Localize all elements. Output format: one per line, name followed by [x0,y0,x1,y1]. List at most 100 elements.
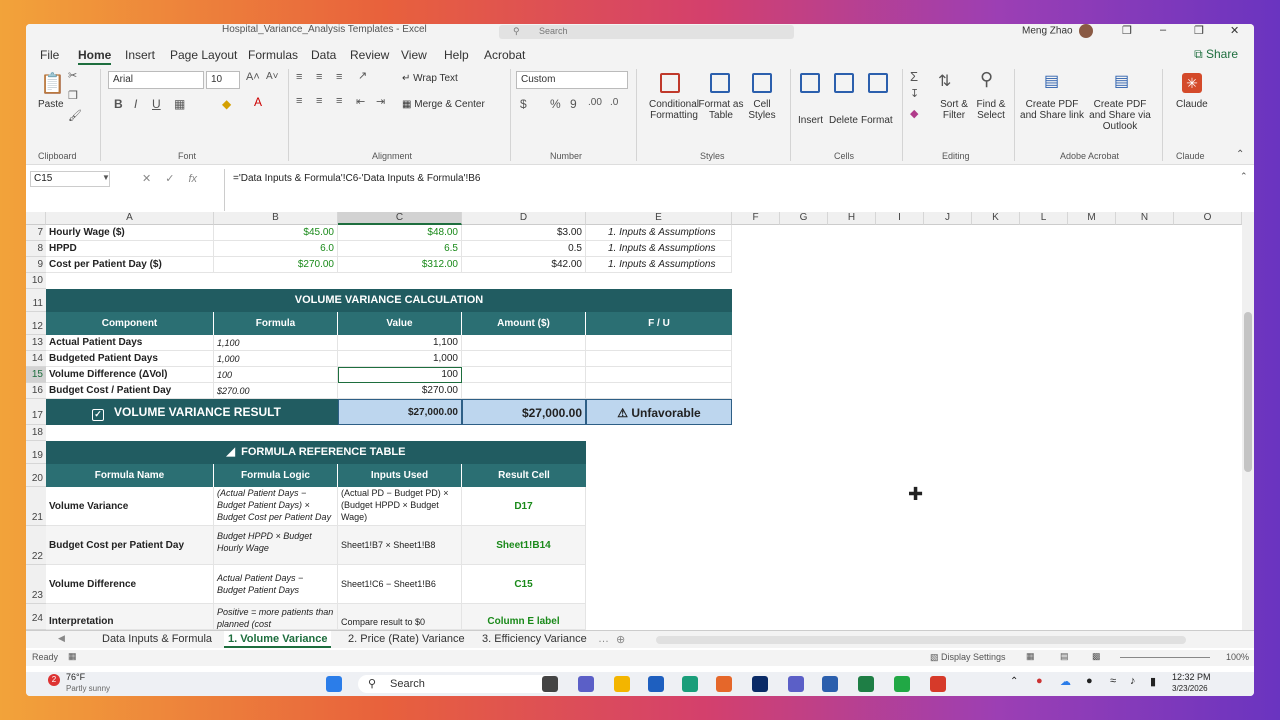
horizontal-scrollbar[interactable] [656,636,1186,644]
cell[interactable]: $48.00 [338,225,462,241]
conditional-formatting-button[interactable]: Conditional Formatting [644,99,704,121]
orientation-icon[interactable]: ↗ [358,69,367,82]
menu-formulas[interactable]: Formulas [248,48,298,62]
share-button[interactable]: ⧉ Share [1194,47,1238,62]
avatar[interactable] [1078,24,1093,38]
format-as-table-icon[interactable] [710,73,730,93]
cell[interactable] [462,383,586,399]
cell[interactable]: Budget HPPD × Budget Hourly Wage [214,526,338,565]
cell[interactable]: Positive = more patients than planned (c… [214,604,338,630]
page-layout-view-icon[interactable]: ▤ [1060,651,1069,662]
battery-icon[interactable]: ▮ [1150,675,1156,688]
cell[interactable] [586,351,732,367]
column-header[interactable]: I [876,212,924,225]
bold-icon[interactable]: B [114,97,123,111]
sort-filter-button[interactable]: Sort & Filter [938,99,970,121]
delete-cells-icon[interactable] [834,73,854,93]
row-header[interactable]: 12 [26,312,46,335]
tab-price-variance[interactable]: 2. Price (Rate) Variance [348,633,465,645]
cell[interactable]: HPPD [46,241,214,257]
accessibility-icon[interactable]: ▦ [68,651,77,662]
decrease-indent-icon[interactable]: ⇤ [356,95,365,108]
cell[interactable]: $312.00 [338,257,462,273]
speaker-icon[interactable]: ♪ [1130,675,1136,687]
align-middle-icon[interactable]: ≡ [316,71,322,83]
row-header[interactable]: 24 [26,604,46,630]
cell[interactable]: 1,000 [338,351,462,367]
row-header[interactable]: 20 [26,464,46,487]
create-pdf-share-link-icon[interactable]: ▤ [1044,71,1059,91]
paste-icon[interactable]: 📋 [40,71,65,96]
expand-formula-icon[interactable]: ⌃ [1240,171,1248,182]
cell[interactable]: Budget Cost / Patient Day [46,383,214,399]
cell[interactable]: 6.0 [214,241,338,257]
notification-badge[interactable]: 2 [48,674,60,686]
merge-center-button[interactable]: ▦ Merge & Center [402,99,485,110]
fill-icon[interactable]: ↧ [910,87,919,100]
cell[interactable]: $270.00 [214,383,338,399]
decrease-decimal-icon[interactable]: .0 [610,97,618,108]
menu-home[interactable]: Home [78,48,112,66]
cell[interactable]: Cost per Patient Day ($) [46,257,214,273]
word-icon[interactable] [822,676,838,692]
create-pdf-outlook-button[interactable]: Create PDF and Share via Outlook [1084,99,1156,132]
row-header[interactable]: 10 [26,273,46,289]
shrink-font-icon[interactable]: A˅ [266,71,279,82]
cell[interactable]: Compare result to $0 [338,604,462,630]
volume-variance-result-label[interactable]: ✓ VOLUME VARIANCE RESULT [46,399,338,425]
column-header[interactable]: D [462,212,586,225]
cell[interactable]: Budget Cost per Patient Day [46,526,214,565]
taskbar-search[interactable]: ⚲ Search [358,675,558,693]
paste-button[interactable]: Paste [38,99,64,110]
number-format-select[interactable]: Custom [516,71,628,89]
store-icon[interactable] [648,676,664,692]
find-select-icon[interactable]: ⚲ [980,69,993,90]
increase-decimal-icon[interactable]: .00 [588,97,602,108]
tab-data-inputs[interactable]: Data Inputs & Formula [102,633,212,645]
zoom-level[interactable]: 100% [1226,652,1249,662]
insert-cells-button[interactable]: Insert [798,115,823,126]
row-header[interactable]: 11 [26,289,46,312]
align-right-icon[interactable]: ≡ [336,95,342,107]
microphone-icon[interactable]: ● [1086,675,1093,687]
format-as-table-button[interactable]: Format as Table [698,99,744,121]
create-pdf-share-link-button[interactable]: Create PDF and Share link [1020,99,1084,121]
cell[interactable] [586,383,732,399]
menu-insert[interactable]: Insert [125,48,155,62]
row-header[interactable]: 14 [26,351,46,367]
cell-styles-icon[interactable] [752,73,772,93]
format-cells-icon[interactable] [868,73,888,93]
collapse-ribbon-icon[interactable]: ⌃ [1236,149,1244,160]
header-cell[interactable]: Formula [214,312,338,335]
cell-styles-button[interactable]: Cell Styles [744,99,780,121]
cell[interactable] [586,367,732,383]
cell[interactable]: $45.00 [214,225,338,241]
cell[interactable] [462,367,586,383]
vertical-scrollbar[interactable] [1242,212,1254,630]
cell[interactable]: $3.00 [462,225,586,241]
find-select-button[interactable]: Find & Select [972,99,1010,121]
cell[interactable]: Volume Difference (ΔVol) [46,367,214,383]
align-center-icon[interactable]: ≡ [316,95,322,107]
windows-start-icon[interactable] [326,676,342,692]
font-name-select[interactable]: Arial [108,71,204,89]
column-header[interactable]: G [780,212,828,225]
cell[interactable]: Sheet1!C6 − Sheet1!B6 [338,565,462,604]
cell[interactable]: Actual Patient Days − Budget Patient Day… [214,565,338,604]
close-button[interactable]: ✕ [1230,24,1239,37]
cell[interactable]: 1,000 [214,351,338,367]
tab-efficiency-variance[interactable]: 3. Efficiency Variance [482,633,587,645]
column-header[interactable]: K [972,212,1020,225]
menu-page-layout[interactable]: Page Layout [170,48,237,62]
row-header[interactable]: 17 [26,399,46,425]
create-pdf-outlook-icon[interactable]: ▤ [1114,71,1129,91]
result-status[interactable]: ⚠ Unfavorable [586,399,732,425]
ribbon-display-icon[interactable]: ❐ [1122,24,1132,37]
sort-filter-icon[interactable]: ⇅ [938,71,951,91]
clock-time[interactable]: 12:32 PM [1172,672,1211,682]
wifi-icon[interactable]: ≈ [1110,675,1116,687]
header-cell[interactable]: Formula Name [46,464,214,487]
menu-review[interactable]: Review [350,48,389,62]
normal-view-icon[interactable]: ▦ [1026,651,1035,662]
cell[interactable]: Sheet1!B14 [462,526,586,565]
